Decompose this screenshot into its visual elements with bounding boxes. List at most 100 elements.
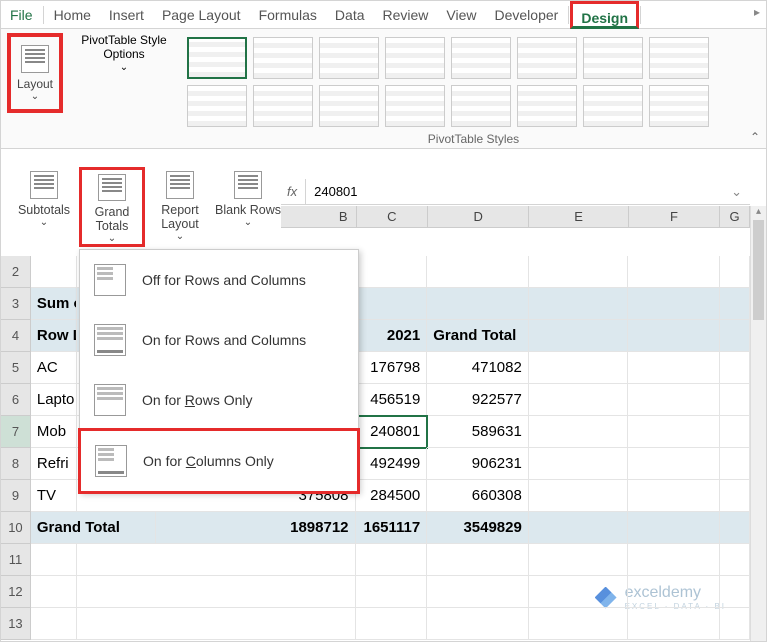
row-header[interactable]: 9 xyxy=(1,480,31,512)
tab-page-layout[interactable]: Page Layout xyxy=(153,1,250,29)
cell[interactable] xyxy=(529,480,629,512)
tab-home[interactable]: Home xyxy=(45,1,100,29)
gt-off-both[interactable]: Off for Rows and Columns xyxy=(80,250,358,310)
style-thumb[interactable] xyxy=(385,37,445,79)
tab-design[interactable]: Design xyxy=(570,1,639,29)
cell[interactable] xyxy=(427,608,529,640)
cell[interactable] xyxy=(720,384,750,416)
cell[interactable] xyxy=(529,352,629,384)
style-thumb[interactable] xyxy=(649,85,709,127)
style-thumb[interactable] xyxy=(187,37,247,79)
cell[interactable] xyxy=(529,288,629,320)
layout-button[interactable]: Layout ⌄ xyxy=(7,33,63,113)
scroll-thumb[interactable] xyxy=(753,220,764,320)
cell[interactable] xyxy=(31,256,77,288)
cell[interactable] xyxy=(628,416,720,448)
cell[interactable] xyxy=(356,256,428,288)
cell[interactable] xyxy=(31,608,77,640)
active-cell[interactable]: 240801 xyxy=(356,416,428,448)
style-thumb[interactable] xyxy=(385,85,445,127)
row-header[interactable]: 6 xyxy=(1,384,31,416)
style-thumb[interactable] xyxy=(187,85,247,127)
cell[interactable] xyxy=(628,576,720,608)
cell[interactable] xyxy=(427,256,529,288)
col-header-F[interactable]: F xyxy=(629,206,720,228)
cell[interactable] xyxy=(529,384,629,416)
cell[interactable]: Row L xyxy=(31,320,77,352)
cell[interactable]: 1651117 xyxy=(356,512,428,544)
scroll-up-icon[interactable]: ▴ xyxy=(751,206,766,217)
cell[interactable]: 2021 xyxy=(356,320,428,352)
cell[interactable]: 589631 xyxy=(427,416,529,448)
blank-rows-button[interactable]: Blank Rows⌄ xyxy=(215,167,281,247)
cell[interactable] xyxy=(720,416,750,448)
cell[interactable] xyxy=(427,288,529,320)
cell[interactable] xyxy=(529,512,629,544)
cell[interactable]: AC xyxy=(31,352,77,384)
row-header[interactable]: 3 xyxy=(1,288,31,320)
tab-developer[interactable]: Developer xyxy=(486,1,568,29)
row-header[interactable]: 5 xyxy=(1,352,31,384)
cell[interactable]: 456519 xyxy=(356,384,428,416)
cell[interactable] xyxy=(720,448,750,480)
cell[interactable] xyxy=(356,288,428,320)
gt-rows-only[interactable]: On for Rows Only xyxy=(80,370,358,430)
cell[interactable]: 492499 xyxy=(356,448,428,480)
cell[interactable] xyxy=(628,256,720,288)
cell[interactable] xyxy=(77,544,356,576)
col-header-E[interactable]: E xyxy=(529,206,628,228)
subtotals-button[interactable]: Subtotals⌄ xyxy=(11,167,77,247)
cell[interactable] xyxy=(529,448,629,480)
cell[interactable] xyxy=(529,256,629,288)
formula-expand[interactable]: ⌄ xyxy=(723,184,750,200)
cell[interactable] xyxy=(628,288,720,320)
cell[interactable] xyxy=(628,544,720,576)
cell[interactable] xyxy=(628,608,720,640)
row-header[interactable]: 2 xyxy=(1,256,31,288)
cell[interactable]: Mob xyxy=(31,416,77,448)
cell[interactable] xyxy=(720,544,750,576)
row-header[interactable]: 7 xyxy=(1,416,31,448)
style-thumb[interactable] xyxy=(319,37,379,79)
tab-view[interactable]: View xyxy=(437,1,485,29)
collapse-ribbon[interactable]: ⌃ xyxy=(750,130,760,144)
cell[interactable]: 1898712 xyxy=(156,512,355,544)
tabs-overflow[interactable]: ▸ xyxy=(754,5,760,19)
cell[interactable]: Grand Total xyxy=(427,320,529,352)
cell[interactable]: Refri xyxy=(31,448,77,480)
cell[interactable] xyxy=(720,576,750,608)
vertical-scrollbar[interactable]: ▴ xyxy=(750,206,766,641)
row-header[interactable]: 10 xyxy=(1,512,31,544)
cell[interactable] xyxy=(31,544,77,576)
style-thumb[interactable] xyxy=(517,85,577,127)
tab-insert[interactable]: Insert xyxy=(100,1,153,29)
cell[interactable] xyxy=(529,608,629,640)
cell[interactable] xyxy=(356,608,428,640)
cell[interactable] xyxy=(720,256,750,288)
cell[interactable] xyxy=(628,480,720,512)
style-thumb[interactable] xyxy=(319,85,379,127)
cell[interactable] xyxy=(529,320,629,352)
cell[interactable]: Sum o xyxy=(31,288,77,320)
row-header[interactable]: 4 xyxy=(1,320,31,352)
tab-data[interactable]: Data xyxy=(326,1,374,29)
formula-input[interactable]: 240801 xyxy=(306,184,723,199)
col-header-G[interactable]: G xyxy=(720,206,750,228)
gt-on-both[interactable]: On for Rows and Columns xyxy=(80,310,358,370)
cell[interactable]: Grand Total xyxy=(31,512,156,544)
row-header[interactable]: 8 xyxy=(1,448,31,480)
cell[interactable] xyxy=(529,544,629,576)
col-header-C[interactable]: C xyxy=(357,206,429,228)
cell[interactable] xyxy=(529,416,629,448)
cell[interactable] xyxy=(31,576,77,608)
grand-totals-button[interactable]: Grand Totals⌄ xyxy=(79,167,145,247)
cell[interactable] xyxy=(720,608,750,640)
style-thumb[interactable] xyxy=(451,85,511,127)
tab-formulas[interactable]: Formulas xyxy=(250,1,326,29)
style-thumb[interactable] xyxy=(253,85,313,127)
cell[interactable]: 176798 xyxy=(356,352,428,384)
cell[interactable]: 3549829 xyxy=(427,512,529,544)
row-header[interactable]: 12 xyxy=(1,576,31,608)
cell[interactable] xyxy=(356,544,428,576)
cell[interactable] xyxy=(77,608,356,640)
